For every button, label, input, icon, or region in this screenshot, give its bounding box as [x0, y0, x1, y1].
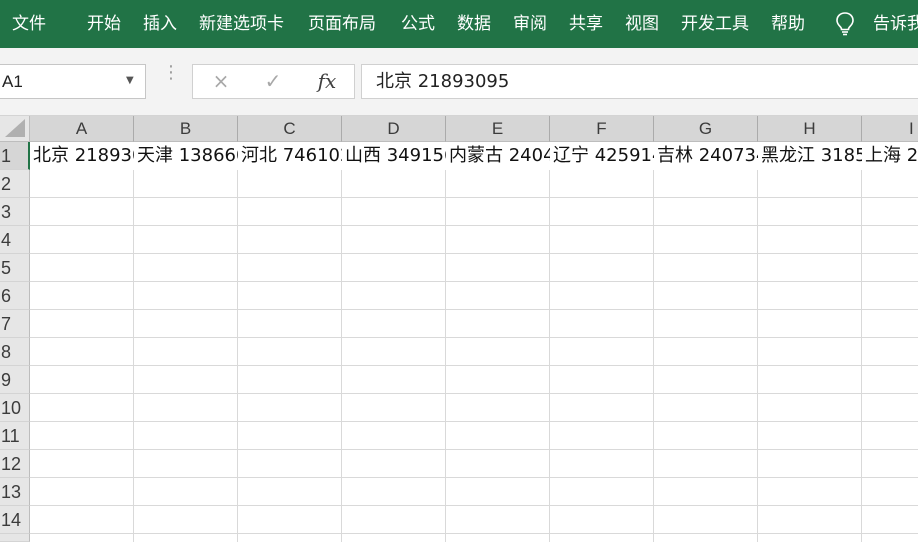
formula-input-value: 北京 21893095 [376, 71, 510, 92]
column-header-e[interactable]: E [446, 116, 550, 142]
row-header-15[interactable] [0, 534, 30, 542]
tab-page-layout[interactable]: 页面布局 [308, 0, 376, 48]
tab-data[interactable]: 数据 [457, 0, 491, 48]
row-header-9[interactable]: 9 [0, 366, 30, 394]
tab-file[interactable]: 文件 [12, 0, 46, 48]
row-header-2[interactable]: 2 [0, 170, 30, 198]
column-header-i[interactable]: I [862, 116, 918, 142]
cell-f1[interactable]: 辽宁 42591407 [550, 142, 654, 170]
column-header-c[interactable]: C [238, 116, 342, 142]
column-header-f[interactable]: F [550, 116, 654, 142]
cell-d1[interactable]: 山西 34915616 [342, 142, 446, 170]
insert-function-icon[interactable]: fx [309, 65, 345, 98]
cell-grid[interactable] [30, 142, 918, 542]
name-box-value: A1 [2, 72, 23, 91]
row-header-5[interactable]: 5 [0, 254, 30, 282]
cell-e1[interactable]: 内蒙古 24049155 [446, 142, 550, 170]
cell-b1[interactable]: 天津 13866009 [134, 142, 238, 170]
formula-buttons: × ✓ fx [192, 64, 355, 99]
formula-bar-area: A1 ▼ ⋮ × ✓ fx 北京 21893095 [0, 48, 918, 116]
tab-insert[interactable]: 插入 [143, 0, 177, 48]
row-header-4[interactable]: 4 [0, 226, 30, 254]
name-box[interactable]: A1 ▼ [0, 64, 146, 99]
ribbon-tab-bar: 文件 开始 插入 新建选项卡 页面布局 公式 数据 审阅 共享 视图 开发工具 … [0, 0, 918, 48]
column-header-h[interactable]: H [758, 116, 862, 142]
tab-home[interactable]: 开始 [87, 0, 121, 48]
row-header-7[interactable]: 7 [0, 310, 30, 338]
row-header-3[interactable]: 3 [0, 198, 30, 226]
tab-view[interactable]: 视图 [625, 0, 659, 48]
row-header-13[interactable]: 13 [0, 478, 30, 506]
tell-me-search[interactable]: 告诉我 [873, 0, 918, 48]
formula-input[interactable]: 北京 21893095 [361, 64, 918, 99]
enter-icon[interactable]: ✓ [255, 65, 291, 98]
tab-developer[interactable]: 开发工具 [681, 0, 749, 48]
chevron-down-icon[interactable]: ▼ [126, 75, 134, 87]
tab-review[interactable]: 审阅 [513, 0, 547, 48]
row-header-1[interactable]: 1 [0, 142, 30, 170]
row-header-11[interactable]: 11 [0, 422, 30, 450]
select-all-button[interactable] [0, 116, 30, 142]
lightbulb-icon[interactable] [835, 11, 855, 37]
column-header-b[interactable]: B [134, 116, 238, 142]
cell-c1[interactable]: 河北 74610235 [238, 142, 342, 170]
column-header-g[interactable]: G [654, 116, 758, 142]
cell-h1[interactable]: 黑龙江 31850088 [758, 142, 862, 170]
row-header-12[interactable]: 12 [0, 450, 30, 478]
row-header-10[interactable]: 10 [0, 394, 30, 422]
tab-formulas[interactable]: 公式 [401, 0, 435, 48]
cancel-icon[interactable]: × [203, 65, 239, 98]
formula-bar-resize-handle[interactable]: ⋮ [162, 64, 180, 96]
column-header-a[interactable]: A [30, 116, 134, 142]
cell-a1[interactable]: 北京 21893095 [30, 142, 134, 170]
tab-help[interactable]: 帮助 [771, 0, 805, 48]
column-header-d[interactable]: D [342, 116, 446, 142]
cell-g1[interactable]: 吉林 24073453 [654, 142, 758, 170]
row-header-6[interactable]: 6 [0, 282, 30, 310]
row-header-8[interactable]: 8 [0, 338, 30, 366]
row-header-14[interactable]: 14 [0, 506, 30, 534]
cell-i1[interactable]: 上海 24870895 [862, 142, 918, 170]
tab-share[interactable]: 共享 [569, 0, 603, 48]
tab-new-tab[interactable]: 新建选项卡 [199, 0, 284, 48]
